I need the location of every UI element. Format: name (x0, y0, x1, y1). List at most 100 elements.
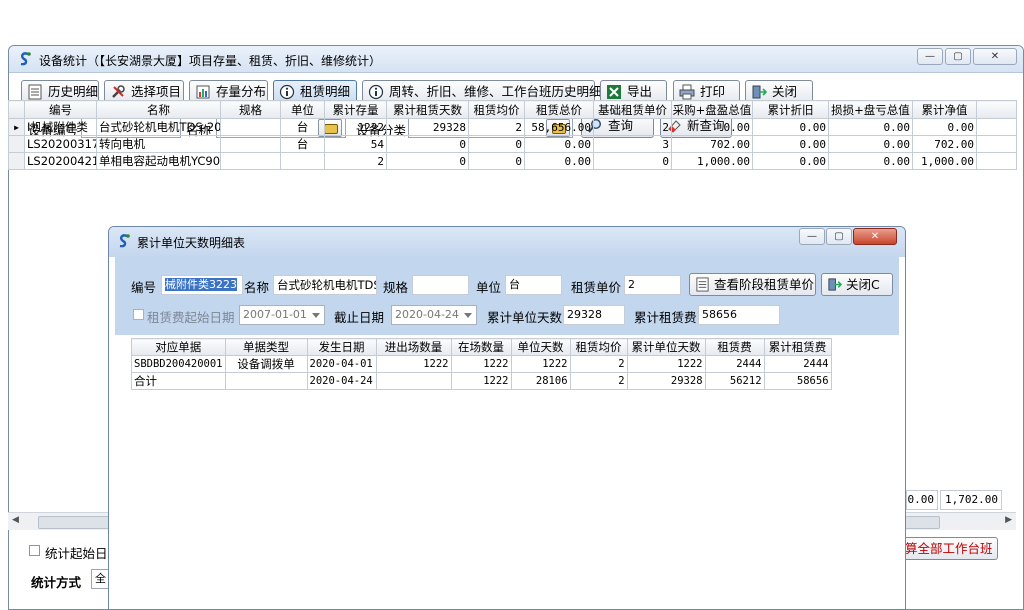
cell-purchase-total[interactable]: 702.00 (671, 135, 753, 153)
cell-in-out-qty[interactable] (375, 372, 452, 390)
cell-code[interactable]: LS202003171 (24, 135, 97, 153)
cell-unit[interactable] (280, 152, 325, 170)
col-header[interactable]: 累计存量 (324, 100, 387, 119)
dialog-titlebar[interactable]: 累计单位天数明细表 — ▢ ✕ (109, 227, 905, 257)
cell-unit[interactable]: 台 (280, 135, 325, 153)
col-header[interactable]: 进出场数量 (375, 338, 452, 356)
table-row[interactable]: SBDBD200420001 设备调拨单 2020-04-01 1222 122… (131, 355, 832, 373)
cell-unit-days[interactable]: 1222 (510, 355, 571, 373)
col-header[interactable]: 租赁费 (704, 338, 765, 356)
cell-doc-type[interactable]: 设备调拨单 (224, 355, 308, 373)
lease-start-date-select[interactable]: 2007-01-01 (239, 305, 325, 325)
cell-lease-fee[interactable]: 56212 (704, 372, 765, 390)
cell-lease-days[interactable]: 29328 (386, 118, 469, 136)
col-header[interactable]: 基础租赁单价 (593, 100, 672, 119)
dialog-maximize-button[interactable]: ▢ (826, 228, 852, 245)
cell-loss-total[interactable]: 0.00 (828, 118, 913, 136)
scroll-right-icon[interactable]: ▶ (1005, 515, 1012, 525)
cell-depreciation[interactable]: 0.00 (752, 118, 829, 136)
code-field[interactable]: 械附件类3223 (161, 275, 243, 295)
cell-name[interactable]: 台式砂轮机电机TDS-200 (96, 118, 221, 136)
col-header[interactable]: 租赁均价 (569, 338, 628, 356)
cell-spec[interactable] (220, 135, 281, 153)
col-header[interactable]: 单据类型 (224, 338, 308, 356)
cell-loss-total[interactable]: 0.00 (828, 135, 913, 153)
col-header[interactable]: 发生日期 (306, 338, 377, 356)
minimize-button[interactable]: — (917, 48, 943, 65)
cell-stock[interactable]: 54 (324, 135, 387, 153)
col-header[interactable]: 对应单据 (131, 338, 226, 356)
cell-date[interactable]: 2020-04-24 (306, 372, 377, 390)
cell-stock[interactable]: 2 (324, 152, 387, 170)
col-header[interactable]: 编号 (24, 100, 97, 119)
cell-spec[interactable] (220, 152, 281, 170)
cell-code[interactable]: LS202004211 (24, 152, 97, 170)
spec-field[interactable] (412, 275, 469, 295)
cell-cum-lease-fee[interactable]: 2444 (763, 355, 832, 373)
cell-cum-unit-days[interactable]: 1222 (626, 355, 706, 373)
cell-document[interactable]: SBDBD200420001 (131, 355, 226, 373)
cell-avg-price[interactable]: 2 (468, 118, 525, 136)
calc-all-shifts-button[interactable]: 算全部工作台班 (896, 537, 998, 560)
cell-in-out-qty[interactable]: 1222 (375, 355, 452, 373)
cell-spec[interactable] (220, 118, 281, 136)
stat-start-checkbox[interactable] (29, 545, 40, 556)
cell-onsite-qty[interactable]: 1222 (450, 372, 512, 390)
cell-document[interactable]: 合计 (131, 372, 226, 390)
col-header[interactable]: 累计净值 (912, 100, 977, 119)
cell-purchase-total[interactable]: 0.00 (671, 118, 753, 136)
name-field[interactable]: 台式砂轮机电机TDS (273, 275, 377, 295)
col-header[interactable]: 累计租赁费 (763, 338, 832, 356)
cell-avg-price[interactable]: 2 (569, 355, 628, 373)
scroll-left-icon[interactable]: ◀ (12, 515, 19, 525)
cell-name[interactable]: 转向电机 (96, 135, 221, 153)
table-row[interactable]: LS202003171 转向电机 台 54 0 0 0.00 3 702.00 … (8, 135, 1017, 153)
col-header[interactable]: 单位天数 (510, 338, 571, 356)
col-header[interactable]: 累计租赁天数 (386, 100, 469, 119)
close-window-button[interactable]: ✕ (973, 48, 1017, 65)
cell-total-price[interactable]: 0.00 (524, 152, 594, 170)
cell-code[interactable]: I机械附件类 (24, 118, 97, 136)
cell-unit[interactable]: 台 (280, 118, 325, 136)
cell-cum-lease-fee[interactable]: 58656 (763, 372, 832, 390)
table-row[interactable]: LS202004211 单相电容起动电机YC90 2 0 0 0.00 0 1,… (8, 152, 1017, 170)
cell-lease-fee[interactable]: 2444 (704, 355, 765, 373)
table-row[interactable]: ▶ I机械附件类 台式砂轮机电机TDS-200 台 1222 29328 2 5… (8, 118, 1017, 136)
cell-base-price[interactable]: 0 (593, 152, 672, 170)
unit-field[interactable]: 台 (505, 275, 562, 295)
col-header[interactable]: 损损+盘亏总值 (828, 100, 913, 119)
cell-onsite-qty[interactable]: 1222 (450, 355, 512, 373)
price-field[interactable]: 2 (624, 275, 681, 295)
col-header[interactable]: 累计折旧 (752, 100, 829, 119)
cell-net-value[interactable]: 1,000.00 (912, 152, 977, 170)
cell-avg-price[interactable]: 0 (468, 135, 525, 153)
end-date-select[interactable]: 2020-04-24 (391, 305, 477, 325)
cell-lease-days[interactable]: 0 (386, 152, 469, 170)
col-header[interactable]: 单位 (280, 100, 325, 119)
cell-depreciation[interactable]: 0.00 (752, 135, 829, 153)
cell-net-value[interactable]: 0.00 (912, 118, 977, 136)
col-header[interactable]: 租赁均价 (468, 100, 525, 119)
total-fee-field[interactable]: 58656 (698, 305, 780, 325)
cell-doc-type[interactable] (224, 372, 308, 390)
maximize-button[interactable]: ▢ (945, 48, 971, 65)
cell-total-price[interactable]: 58,656.00 (524, 118, 594, 136)
cell-name[interactable]: 单相电容起动电机YC90 (96, 152, 221, 170)
col-header[interactable]: 租赁总价 (524, 100, 594, 119)
cell-total-price[interactable]: 0.00 (524, 135, 594, 153)
unit-days-field[interactable]: 29328 (563, 305, 625, 325)
col-header[interactable]: 累计单位天数 (626, 338, 706, 356)
cell-cum-unit-days[interactable]: 29328 (626, 372, 706, 390)
table-row[interactable]: 合计 2020-04-24 1222 28106 2 29328 56212 5… (131, 372, 832, 390)
cell-base-price[interactable]: 2 (593, 118, 672, 136)
dialog-close-button[interactable]: ✕ (853, 228, 897, 245)
lease-start-checkbox[interactable] (133, 309, 144, 320)
dialog-minimize-button[interactable]: — (799, 228, 825, 245)
col-header[interactable]: 名称 (96, 100, 221, 119)
cell-date[interactable]: 2020-04-01 (306, 355, 377, 373)
col-header[interactable]: 采购+盘盈总值 (671, 100, 753, 119)
cell-depreciation[interactable]: 0.00 (752, 152, 829, 170)
cell-unit-days[interactable]: 28106 (510, 372, 571, 390)
cell-avg-price[interactable]: 2 (569, 372, 628, 390)
dialog-close-text-button[interactable]: 关闭C (821, 273, 893, 296)
